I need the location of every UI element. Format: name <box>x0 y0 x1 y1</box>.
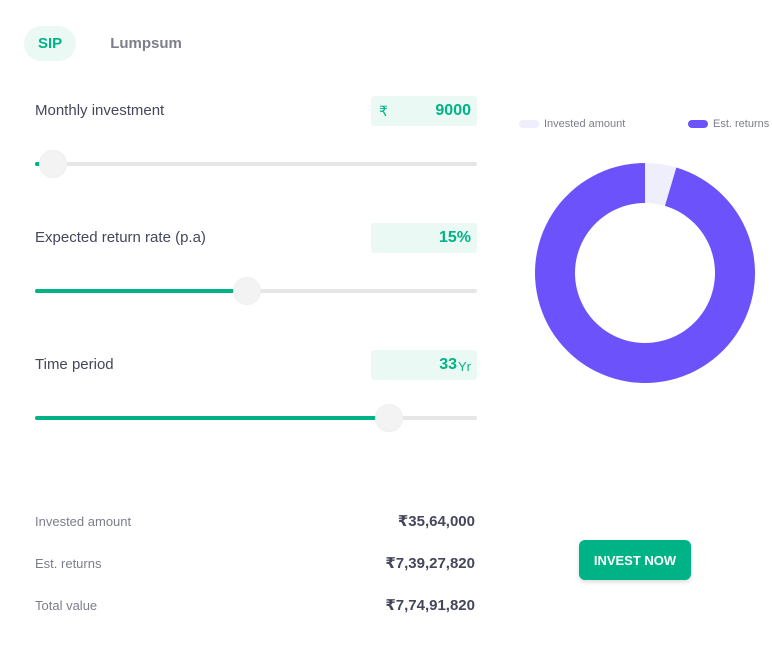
legend-returns: Est. returns <box>688 118 769 130</box>
monthly-investment-input[interactable]: ₹ 9000 <box>371 96 477 126</box>
time-period-input[interactable]: 33 Yr <box>371 350 477 380</box>
return-rate-input[interactable]: 15% <box>371 223 477 253</box>
legend-label-invested: Invested amount <box>544 118 626 130</box>
slider-fill <box>35 289 248 293</box>
summary-total-value: ₹7,74,91,820 <box>385 597 475 614</box>
summary-returns-label: Est. returns <box>35 556 102 571</box>
donut-slice-returns <box>535 163 755 383</box>
legend-invested: Invested amount <box>519 118 625 130</box>
monthly-investment-label: Monthly investment <box>35 102 165 119</box>
monthly-investment-slider[interactable] <box>35 150 477 178</box>
donut-chart <box>535 163 755 383</box>
slider-thumb[interactable] <box>38 150 67 178</box>
rupee-prefix: ₹ <box>379 102 388 119</box>
summary-returns-value: ₹7,39,27,820 <box>385 555 475 572</box>
slider-thumb[interactable] <box>233 277 262 305</box>
tab-lumpsum[interactable]: Lumpsum <box>96 26 196 61</box>
legend-swatch-returns <box>688 120 708 128</box>
monthly-investment-value: 9000 <box>435 102 471 119</box>
time-period-value: 33 <box>439 356 457 373</box>
return-rate-label: Expected return rate (p.a) <box>35 229 206 246</box>
summary-invested-value: ₹35,64,000 <box>397 513 475 530</box>
invest-now-button[interactable]: INVEST NOW <box>579 540 691 580</box>
slider-thumb[interactable] <box>374 404 403 432</box>
calculator-tabs: SIP Lumpsum <box>24 26 196 61</box>
time-period-unit: Yr <box>458 358 471 374</box>
time-period-slider[interactable] <box>35 404 477 432</box>
time-period-label: Time period <box>35 356 114 373</box>
return-rate-slider[interactable] <box>35 277 477 305</box>
summary-total-label: Total value <box>35 598 98 613</box>
tab-sip[interactable]: SIP <box>24 26 77 61</box>
legend-label-returns: Est. returns <box>713 118 770 130</box>
legend-swatch-invested <box>519 120 539 128</box>
slider-fill <box>35 416 389 420</box>
return-rate-value: 15% <box>438 229 471 246</box>
summary-invested-label: Invested amount <box>35 514 132 529</box>
